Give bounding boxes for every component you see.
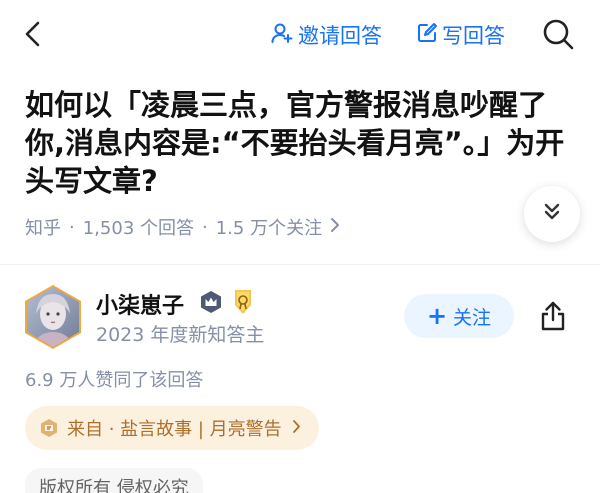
top-bar: 邀请回答 写回答 xyxy=(0,0,600,70)
copyright-badge: 版权所有 侵权必究 xyxy=(25,468,203,493)
meta-separator: · xyxy=(202,216,208,238)
section-divider xyxy=(0,264,600,265)
write-answer-label: 写回答 xyxy=(442,24,505,48)
back-icon[interactable] xyxy=(18,18,50,50)
plus-icon: + xyxy=(426,302,448,330)
source-label: 来自 · 盐言故事 | 月亮警告 xyxy=(67,419,282,440)
share-icon[interactable] xyxy=(538,300,568,332)
meta-separator: · xyxy=(69,216,75,238)
double-chevron-down-icon xyxy=(541,201,563,227)
follow-button[interactable]: + 关注 xyxy=(404,294,514,338)
chevron-right-icon xyxy=(292,418,301,439)
avatar[interactable] xyxy=(22,284,84,350)
medal-badge-icon xyxy=(231,289,255,315)
question-source: 知乎 xyxy=(25,218,61,239)
question-title[interactable]: 如何以「凌晨三点，官方警报消息吵醒了你,消息内容是:“不要抬头看月亮”。」为开头… xyxy=(25,86,580,200)
expand-button[interactable] xyxy=(524,186,580,242)
follow-label: 关注 xyxy=(453,306,492,329)
story-icon xyxy=(39,418,59,438)
write-answer-button[interactable]: 写回答 xyxy=(416,20,505,50)
answer-count: 1,503 个回答 xyxy=(82,218,194,239)
chevron-right-icon xyxy=(330,217,340,238)
invite-user-icon xyxy=(270,21,294,50)
invite-answer-label: 邀请回答 xyxy=(298,24,382,48)
author-title: 2023 年度新知答主 xyxy=(96,324,265,346)
source-pill[interactable]: 来自 · 盐言故事 | 月亮警告 xyxy=(25,406,319,450)
edit-icon xyxy=(416,22,438,49)
search-icon[interactable] xyxy=(540,16,576,52)
follower-count: 1.5 万个关注 xyxy=(215,218,323,239)
question-meta[interactable]: 知乎 · 1,503 个回答 · 1.5 万个关注 xyxy=(25,214,340,240)
upvote-count: 6.9 万人赞同了该回答 xyxy=(25,370,204,391)
crown-badge-icon xyxy=(199,290,223,314)
author-name[interactable]: 小柒崽子 xyxy=(96,288,184,320)
invite-answer-button[interactable]: 邀请回答 xyxy=(270,20,382,50)
